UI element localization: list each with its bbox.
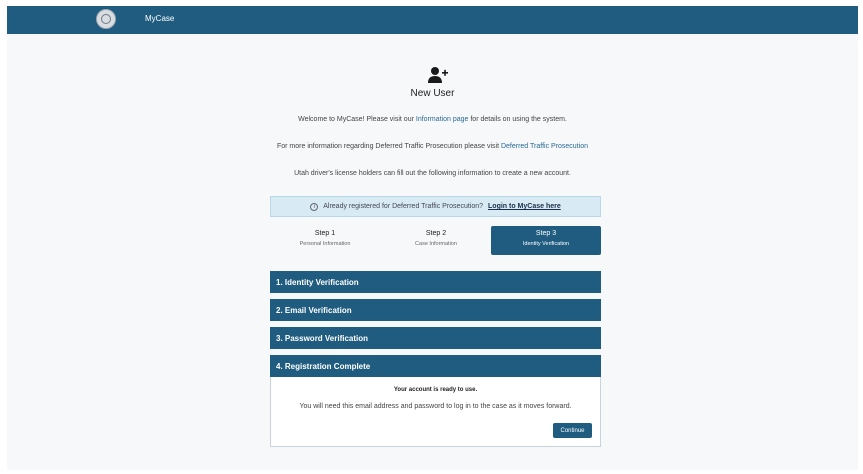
step-3-name: Step 3 <box>535 230 557 237</box>
login-link[interactable]: Login to MyCase here <box>488 203 561 210</box>
step-2-sub: Case Information <box>415 241 457 247</box>
notice-text: Already registered for Deferred Traffic … <box>323 203 484 210</box>
info-icon: i <box>310 202 319 211</box>
dtp-text-before: For more information regarding Deferred … <box>276 143 501 150</box>
completion-message: You will need this email address and pas… <box>299 403 572 410</box>
step-indicator: Step 1 Personal Information Step 2 Case … <box>270 226 601 255</box>
information-page-link[interactable]: Information page <box>416 116 469 123</box>
dtp-link[interactable]: Deferred Traffic Prosecution <box>501 143 588 150</box>
welcome-text: Welcome to MyCase! Please visit our Info… <box>7 116 858 123</box>
add-user-icon <box>428 67 448 83</box>
instructions-text: Utah driver's license holders can fill o… <box>294 170 571 177</box>
continue-button[interactable]: Continue <box>553 423 592 438</box>
dtp-text: For more information regarding Deferred … <box>7 143 858 150</box>
welcome-text-before: Welcome to MyCase! Please visit our <box>298 116 416 123</box>
state-seal-icon[interactable] <box>96 9 116 29</box>
top-navbar: MyCase <box>7 6 858 34</box>
step-3-sub: Identity Verification <box>522 241 570 247</box>
welcome-text-after: for details on using the system. <box>468 116 567 123</box>
app-name[interactable]: MyCase <box>145 14 174 23</box>
step-2-name: Step 2 <box>425 230 447 237</box>
step-2: Step 2 Case Information <box>381 226 491 255</box>
accordion-identity-verification[interactable]: 1. Identity Verification <box>270 271 601 293</box>
accordion-password-verification[interactable]: 3. Password Verification <box>270 327 601 349</box>
ready-text: Your account is ready to use. <box>393 387 478 393</box>
accordion-email-verification[interactable]: 2. Email Verification <box>270 299 601 321</box>
page-title: New User <box>410 88 455 99</box>
step-1-name: Step 1 <box>314 230 336 237</box>
registration-complete-panel: Your account is ready to use. You will n… <box>270 377 601 447</box>
accordion-registration-complete[interactable]: 4. Registration Complete <box>270 355 601 377</box>
already-registered-notice: i Already registered for Deferred Traffi… <box>270 196 601 217</box>
step-3: Step 3 Identity Verification <box>491 226 601 255</box>
step-1-sub: Personal Information <box>299 241 351 247</box>
page: MyCase New User Welcome to MyCase! Pleas… <box>7 6 858 470</box>
step-1: Step 1 Personal Information <box>270 226 380 255</box>
